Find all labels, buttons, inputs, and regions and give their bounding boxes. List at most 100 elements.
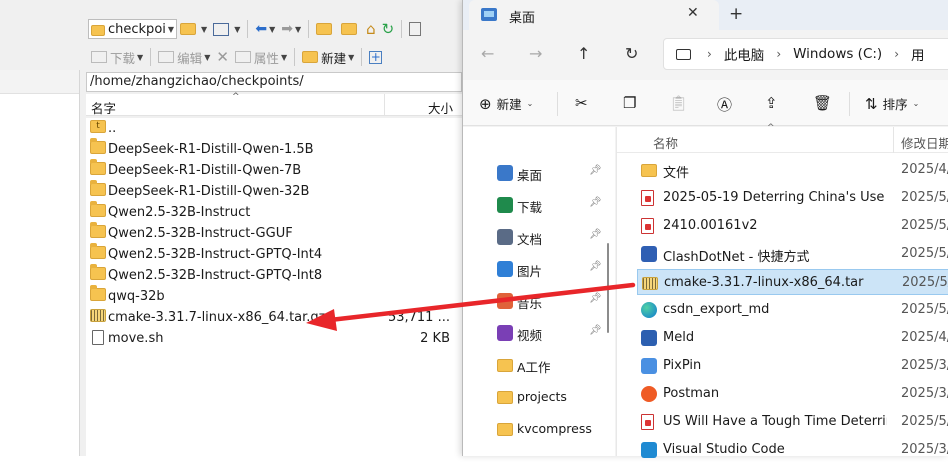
column-name[interactable]: 名称	[653, 133, 678, 152]
file-date-modified: 2025/3/2	[901, 442, 948, 457]
file-row[interactable]: t..	[86, 118, 462, 139]
file-name: DeepSeek-R1-Distill-Qwen-32B	[108, 184, 310, 199]
file-row[interactable]: DeepSeek-R1-Distill-Qwen-32B	[86, 180, 462, 202]
sidebar-item-label: 音乐	[517, 296, 543, 311]
new-folder-icon	[302, 51, 319, 63]
parent-directory-button[interactable]	[313, 18, 338, 40]
toolbar-divider	[401, 20, 403, 38]
folder-icon	[641, 164, 657, 177]
pin-icon[interactable]: 📌︎	[589, 165, 602, 176]
address-bar[interactable]: › 此电脑 › Windows (C:) › 用	[663, 38, 948, 70]
download-label: 下载	[110, 50, 136, 66]
chevron-right-icon[interactable]: ›	[776, 47, 781, 61]
sidebar-item[interactable]: 桌面 📌︎	[463, 157, 603, 189]
column-divider[interactable]	[384, 94, 385, 116]
breadcrumb-this-pc[interactable]: 此电脑	[724, 44, 765, 64]
pin-icon[interactable]: 📌︎	[589, 293, 602, 304]
sidebar-item[interactable]: 图片 📌︎	[463, 253, 603, 285]
folder-icon	[90, 243, 106, 259]
add-button[interactable]: +	[366, 46, 388, 68]
file-row[interactable]: DeepSeek-R1-Distill-Qwen-7B	[86, 159, 462, 181]
properties-button[interactable]: 属性 ▼	[232, 46, 290, 68]
refresh-icon[interactable]: ↻	[625, 44, 638, 63]
home-button[interactable]: ⌂	[363, 18, 379, 40]
file-row[interactable]: Visual Studio Code 2025/3/2	[637, 437, 948, 463]
back-arrow-icon[interactable]: ←	[481, 44, 494, 63]
file-row[interactable]: ClashDotNet - 快捷方式 2025/5/2	[637, 241, 948, 267]
file-row[interactable]: Qwen2.5-32B-Instruct	[86, 201, 462, 223]
file-row[interactable]: Qwen2.5-32B-Instruct-GGUF	[86, 222, 462, 244]
close-icon: ✕	[216, 48, 229, 66]
folder-icon	[90, 201, 106, 217]
navigation-scrollbar[interactable]	[606, 131, 610, 451]
sidebar-item[interactable]: projects	[463, 381, 603, 413]
file-row[interactable]: qwq-32b	[86, 285, 462, 307]
remote-path-bar[interactable]: /home/zhangzichao/checkpoints/	[86, 72, 462, 92]
column-date-modified[interactable]: 修改日期	[901, 133, 948, 152]
delete-button[interactable]: 🗑︎	[813, 94, 837, 112]
file-row[interactable]: csdn_export_md 2025/5/2	[637, 297, 948, 323]
file-row[interactable]: move.sh 2 KB	[86, 328, 462, 349]
file-row[interactable]: 2410.00161v2 2025/5/2	[637, 213, 948, 239]
pin-icon[interactable]: 📌︎	[589, 229, 602, 240]
close-icon[interactable]: ✕	[687, 5, 699, 21]
download-button[interactable]: 下载 ▼	[88, 46, 146, 68]
pin-icon[interactable]: 📌︎	[589, 325, 602, 336]
new-tab-button[interactable]: +	[729, 4, 743, 24]
scrollbar-thumb[interactable]	[607, 243, 609, 333]
file-row[interactable]: 2025-05-19 Deterring China's Use of ... 2…	[637, 185, 948, 211]
forward-arrow-icon[interactable]: →	[529, 44, 542, 63]
column-size[interactable]: 大小	[428, 98, 453, 117]
sort-ascending-icon: ^	[767, 123, 775, 133]
file-row[interactable]: 文件 2025/4/1	[637, 157, 948, 183]
sort-button[interactable]: ⇅ 排序 ⌄	[865, 94, 919, 113]
rename-button[interactable]: Ⓐ	[717, 94, 737, 115]
sidebar-item[interactable]: 文档 📌︎	[463, 221, 603, 253]
file-row[interactable]: Postman 2025/3/2	[637, 381, 948, 407]
chevron-right-icon[interactable]: ›	[707, 47, 712, 61]
file-date-modified: 2025/5/2	[901, 246, 948, 261]
sidebar-item[interactable]: A工作	[463, 349, 603, 381]
refresh-button[interactable]: ↻	[379, 18, 398, 40]
sidebar-item[interactable]: 下载 📌︎	[463, 189, 603, 221]
location-combo[interactable]: checkpoi ▼	[88, 19, 178, 39]
new-button[interactable]: ⊕ 新建 ⌄	[479, 94, 533, 113]
sidebar-item[interactable]: 视频 📌︎	[463, 317, 603, 349]
column-divider[interactable]	[893, 127, 894, 153]
chevron-down-icon[interactable]: ▼	[168, 25, 174, 34]
pin-icon[interactable]: 📌︎	[589, 261, 602, 272]
sidebar-item[interactable]: kvcompress	[463, 413, 603, 445]
share-button[interactable]: ⇪	[765, 94, 783, 112]
cut-button[interactable]: ✂	[575, 94, 593, 112]
delete-button[interactable]: ✕	[213, 46, 232, 68]
open-folder-button[interactable]: ▼	[177, 18, 210, 40]
open-folder-icon	[180, 23, 197, 35]
paste-button[interactable]: 📋︎	[669, 94, 693, 112]
up-arrow-icon[interactable]: ↑	[577, 44, 590, 63]
breadcrumb-drive-c[interactable]: Windows (C:)	[793, 46, 882, 62]
new-button[interactable]: 新建 ▼	[299, 46, 357, 68]
filter-button[interactable]: ▼	[210, 18, 243, 40]
root-directory-button[interactable]	[338, 18, 363, 40]
column-name[interactable]: 名字	[91, 98, 116, 117]
file-row[interactable]: cmake-3.31.7-linux-x86_64.tar.gz 53,711 .…	[86, 307, 462, 328]
file-row[interactable]: Qwen2.5-32B-Instruct-GPTQ-Int8	[86, 264, 462, 286]
file-row[interactable]: Qwen2.5-32B-Instruct-GPTQ-Int4	[86, 243, 462, 265]
file-row[interactable]: PixPin 2025/3/2	[637, 353, 948, 379]
back-button[interactable]: ⬅ ▼	[252, 18, 278, 40]
file-row[interactable]: DeepSeek-R1-Distill-Qwen-1.5B	[86, 138, 462, 160]
edit-button[interactable]: 编辑 ▼	[155, 46, 213, 68]
tab-desktop[interactable]: 桌面 ✕	[469, 0, 719, 30]
file-row[interactable]: Meld 2025/4/1	[637, 325, 948, 351]
copy-icon: ❐	[623, 94, 637, 112]
forward-button[interactable]: ➡ ▼	[278, 18, 304, 40]
pdf-icon	[641, 414, 657, 430]
breadcrumb-users[interactable]: 用	[911, 44, 925, 64]
pin-icon[interactable]: 📌︎	[589, 197, 602, 208]
copy-button[interactable]: ❐	[623, 94, 641, 112]
file-row[interactable]: cmake-3.31.7-linux-x86_64.tar 2025/5/2	[637, 269, 948, 295]
file-row[interactable]: US Will Have a Tough Time Deterring... 20…	[637, 409, 948, 435]
find-files-button[interactable]	[406, 18, 427, 40]
sidebar-item[interactable]: 音乐 📌︎	[463, 285, 603, 317]
chevron-right-icon[interactable]: ›	[894, 47, 899, 61]
